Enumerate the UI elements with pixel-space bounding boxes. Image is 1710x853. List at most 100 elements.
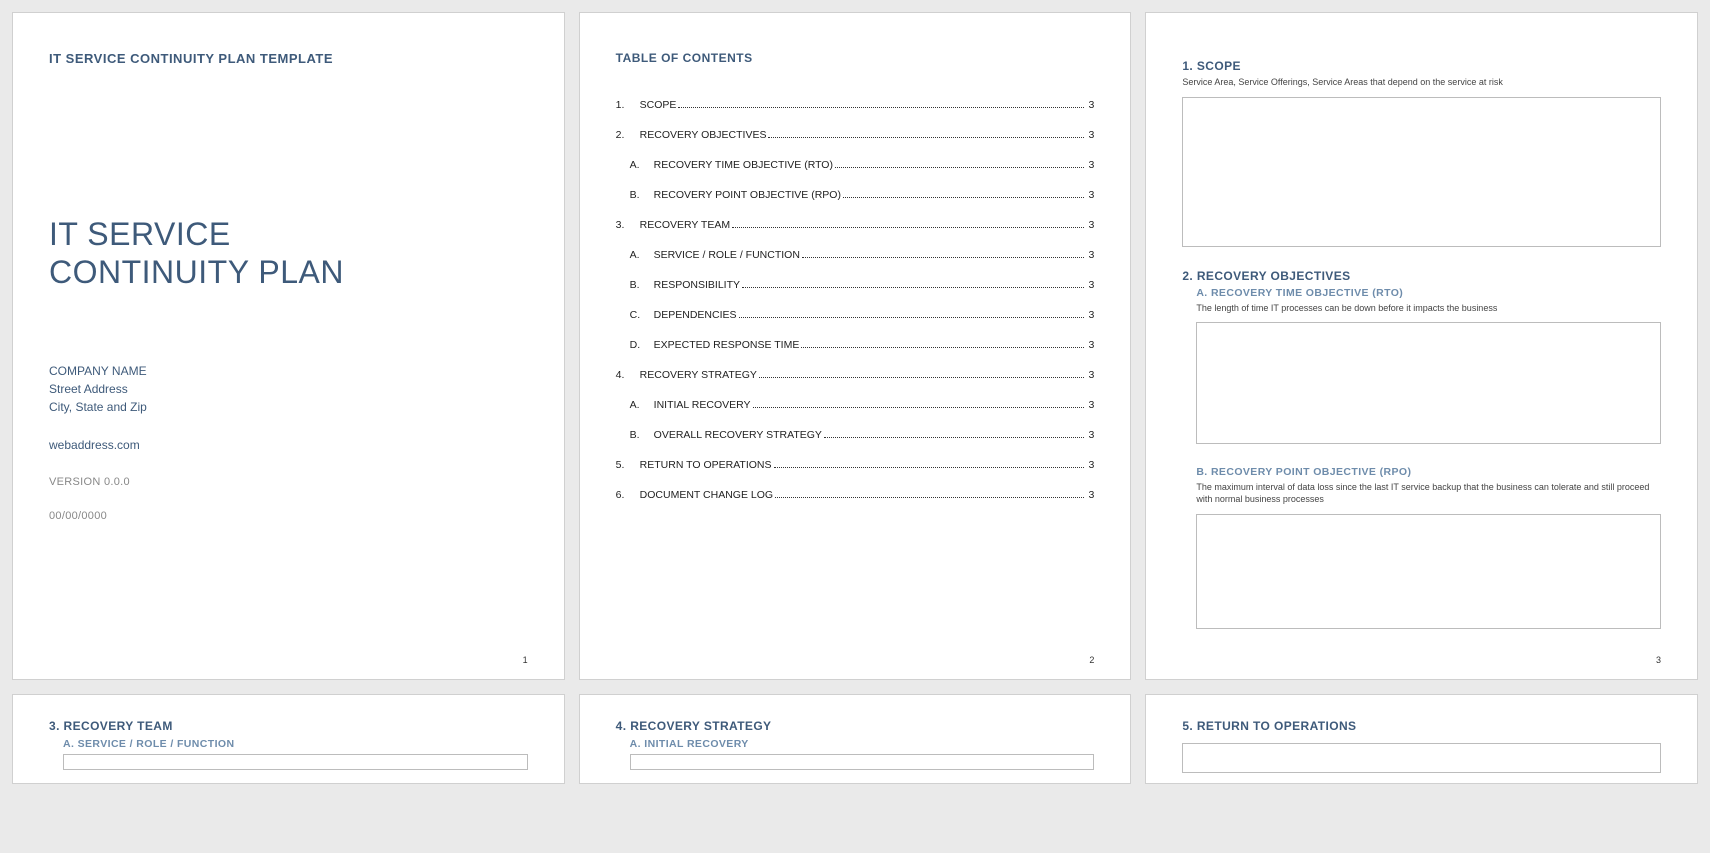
toc-leader-dots bbox=[678, 107, 1084, 108]
toc-heading: TABLE OF CONTENTS bbox=[616, 51, 1095, 65]
toc-leader-dots bbox=[759, 377, 1085, 378]
toc-leader-dots bbox=[835, 167, 1085, 168]
template-name: IT SERVICE CONTINUITY PLAN TEMPLATE bbox=[49, 51, 528, 66]
toc-item-label: RECOVERY POINT OBJECTIVE (RPO) bbox=[654, 189, 841, 201]
toc-leader-dots bbox=[768, 137, 1084, 138]
toc-item: 4.RECOVERY STRATEGY3 bbox=[616, 369, 1095, 381]
toc-leader-dots bbox=[774, 467, 1085, 468]
return-operations-box[interactable] bbox=[1182, 743, 1661, 773]
version-label: VERSION 0.0.0 bbox=[49, 476, 528, 488]
toc-item-number: B. bbox=[630, 189, 644, 201]
toc-item-page: 3 bbox=[1088, 99, 1094, 111]
toc-item-page: 3 bbox=[1088, 249, 1094, 261]
page-2-toc: TABLE OF CONTENTS 1. SCOPE 3 2. RECOVERY OBJ… bbox=[579, 12, 1132, 680]
toc-item-number: 4. bbox=[616, 369, 630, 381]
toc-leader-dots bbox=[739, 317, 1085, 318]
toc-item: D. EXPECTED RESPONSE TIME 3 bbox=[616, 339, 1095, 351]
title-line-1: IT SERVICE bbox=[49, 216, 231, 252]
section-recovery-strategy-title: 4. RECOVERY STRATEGY bbox=[616, 719, 1095, 733]
section-recovery-objectives-title: 2. RECOVERY OBJECTIVES bbox=[1182, 269, 1661, 283]
toc-item: B. OVERALL RECOVERY STRATEGY 3 bbox=[616, 429, 1095, 441]
toc-item: A. RECOVERY TIME OBJECTIVE (RTO) 3 bbox=[616, 159, 1095, 171]
toc-item-number: 2. bbox=[616, 129, 630, 141]
toc-item: 5.RETURN TO OPERATIONS3 bbox=[616, 459, 1095, 471]
toc-item: B.RECOVERY POINT OBJECTIVE (RPO)3 bbox=[616, 189, 1095, 201]
toc-item: 1. SCOPE 3 bbox=[616, 99, 1095, 111]
section-scope-desc: Service Area, Service Offerings, Service… bbox=[1182, 77, 1661, 89]
company-name: COMPANY NAME bbox=[49, 362, 528, 380]
toc-item-page: 3 bbox=[1088, 159, 1094, 171]
toc-item-label: EXPECTED RESPONSE TIME bbox=[654, 339, 800, 351]
initial-recovery-box[interactable] bbox=[630, 754, 1095, 770]
toc-item-number: B. bbox=[630, 279, 644, 291]
page-number: 1 bbox=[523, 655, 528, 665]
toc-item: B.RESPONSIBILITY3 bbox=[616, 279, 1095, 291]
toc-item-label: RECOVERY TEAM bbox=[640, 219, 730, 231]
page-4-recovery-team: 3. RECOVERY TEAM A. SERVICE / ROLE / FUN… bbox=[12, 694, 565, 784]
toc-item-label: OVERALL RECOVERY STRATEGY bbox=[654, 429, 822, 441]
section-scope-title: 1. SCOPE bbox=[1182, 59, 1661, 73]
page-1-cover: IT SERVICE CONTINUITY PLAN TEMPLATE IT S… bbox=[12, 12, 565, 680]
document-pages-grid: IT SERVICE CONTINUITY PLAN TEMPLATE IT S… bbox=[12, 12, 1698, 784]
toc-item-number: D. bbox=[630, 339, 644, 351]
page-number: 3 bbox=[1656, 655, 1661, 665]
toc-item-label: DOCUMENT CHANGE LOG bbox=[640, 489, 773, 501]
toc-item-label: SERVICE / ROLE / FUNCTION bbox=[654, 249, 800, 261]
toc-item-number: 5. bbox=[616, 459, 630, 471]
toc-item-page: 3 bbox=[1088, 369, 1094, 381]
page-5-recovery-strategy: 4. RECOVERY STRATEGY A. INITIAL RECOVERY bbox=[579, 694, 1132, 784]
toc-item: C.DEPENDENCIES3 bbox=[616, 309, 1095, 321]
toc-item-page: 3 bbox=[1088, 489, 1094, 501]
toc-list: 1. SCOPE 3 2. RECOVERY OBJECTIVES 3 A. RECOVERY… bbox=[616, 99, 1095, 501]
toc-item-page: 3 bbox=[1088, 309, 1094, 321]
date-label: 00/00/0000 bbox=[49, 510, 528, 522]
toc-item-page: 3 bbox=[1088, 459, 1094, 471]
toc-item-page: 3 bbox=[1088, 429, 1094, 441]
rpo-desc: The maximum interval of data loss since … bbox=[1196, 482, 1661, 505]
toc-item-number: 1. bbox=[616, 99, 630, 111]
service-role-function-subtitle: A. SERVICE / ROLE / FUNCTION bbox=[63, 738, 528, 750]
toc-item: A. INITIAL RECOVERY 3 bbox=[616, 399, 1095, 411]
toc-item-label: SCOPE bbox=[640, 99, 677, 111]
toc-leader-dots bbox=[843, 197, 1085, 198]
toc-item: A. SERVICE / ROLE / FUNCTION 3 bbox=[616, 249, 1095, 261]
toc-item-number: A. bbox=[630, 249, 644, 261]
page-6-return-operations: 5. RETURN TO OPERATIONS bbox=[1145, 694, 1698, 784]
toc-item: 3. RECOVERY TEAM 3 bbox=[616, 219, 1095, 231]
toc-leader-dots bbox=[802, 257, 1085, 258]
toc-leader-dots bbox=[742, 287, 1084, 288]
toc-leader-dots bbox=[732, 227, 1084, 228]
toc-item-label: INITIAL RECOVERY bbox=[654, 399, 751, 411]
title-line-2: CONTINUITY PLAN bbox=[49, 254, 344, 290]
company-block: COMPANY NAME Street Address City, State … bbox=[49, 362, 528, 416]
section-return-operations-title: 5. RETURN TO OPERATIONS bbox=[1182, 719, 1661, 733]
toc-item-page: 3 bbox=[1088, 279, 1094, 291]
city-state-zip: City, State and Zip bbox=[49, 398, 528, 416]
toc-leader-dots bbox=[775, 497, 1084, 498]
toc-item-page: 3 bbox=[1088, 129, 1094, 141]
toc-item-number: 6. bbox=[616, 489, 630, 501]
service-role-function-box[interactable] bbox=[63, 754, 528, 770]
page-number: 2 bbox=[1089, 655, 1094, 665]
toc-item-page: 3 bbox=[1088, 219, 1094, 231]
toc-item-label: RECOVERY OBJECTIVES bbox=[640, 129, 767, 141]
rpo-input-box[interactable] bbox=[1196, 514, 1661, 629]
scope-input-box[interactable] bbox=[1182, 97, 1661, 247]
toc-item-number: 3. bbox=[616, 219, 630, 231]
toc-item-number: A. bbox=[630, 399, 644, 411]
section-recovery-team-title: 3. RECOVERY TEAM bbox=[49, 719, 528, 733]
rto-input-box[interactable] bbox=[1196, 322, 1661, 444]
toc-item-page: 3 bbox=[1088, 399, 1094, 411]
toc-item-number: B. bbox=[630, 429, 644, 441]
toc-leader-dots bbox=[801, 347, 1084, 348]
rpo-subtitle: B. RECOVERY POINT OBJECTIVE (RPO) bbox=[1196, 466, 1661, 478]
toc-item-label: RECOVERY TIME OBJECTIVE (RTO) bbox=[654, 159, 833, 171]
toc-item-page: 3 bbox=[1088, 339, 1094, 351]
toc-item-label: DEPENDENCIES bbox=[654, 309, 737, 321]
initial-recovery-subtitle: A. INITIAL RECOVERY bbox=[630, 738, 1095, 750]
toc-item: 2. RECOVERY OBJECTIVES 3 bbox=[616, 129, 1095, 141]
toc-item: 6. DOCUMENT CHANGE LOG 3 bbox=[616, 489, 1095, 501]
page-3-scope-objectives: 1. SCOPE Service Area, Service Offerings… bbox=[1145, 12, 1698, 680]
toc-item-number: A. bbox=[630, 159, 644, 171]
toc-leader-dots bbox=[824, 437, 1085, 438]
